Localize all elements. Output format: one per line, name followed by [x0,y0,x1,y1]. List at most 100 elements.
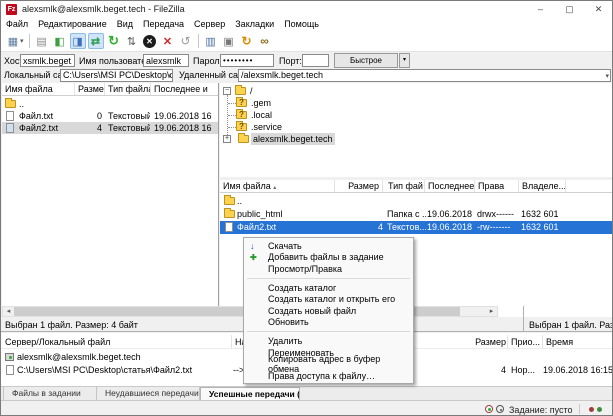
toolbar-separator [29,34,30,48]
refresh-icon[interactable]: ↻ [106,33,122,49]
tree-expand-icon[interactable]: + [223,135,231,143]
tree-collapse-icon[interactable]: − [223,87,231,95]
menu-transfer[interactable]: Передача [138,18,189,31]
tab-queued-files[interactable]: Файлы в задании [3,387,97,401]
local-col-type[interactable]: Тип файла [105,83,151,95]
queue-time: 19.06.2018 16:15:49 [543,364,613,376]
tree-item-local[interactable]: ? .local [220,109,613,121]
host-input[interactable] [20,54,75,67]
menu-file[interactable]: Файл [1,18,33,31]
password-input[interactable] [220,54,274,67]
local-row-parent[interactable]: .. [2,98,218,110]
queue-col-size[interactable]: Размер [459,336,506,348]
local-row-name: Файл2.txt [19,122,75,134]
scroll-left-icon[interactable]: ◂ [3,307,14,316]
menu-help[interactable]: Помощь [279,18,324,31]
remote-col-size[interactable]: Размер [335,180,383,192]
find-files-icon[interactable]: ∞ [257,33,273,49]
local-col-modified[interactable]: Последнее и [151,83,219,95]
speed-limit-icon[interactable] [496,405,504,413]
site-manager-icon[interactable]: ▦ [5,33,21,49]
question-badge-icon: ? [239,111,244,119]
tree-item-gem[interactable]: ? .gem [220,97,613,109]
tree-item-site-selected[interactable]: + alexsmlk.beget.tech [220,133,613,145]
menu-bookmarks[interactable]: Закладки [230,18,279,31]
tab-failed-transfers[interactable]: Неудавшиеся передачи [97,387,200,401]
local-col-size[interactable]: Размер [75,83,105,95]
queue-header-separator [507,335,508,348]
remote-col-modified[interactable]: Последнее... [425,180,475,192]
menu-item-file-permissions[interactable]: Права доступа к файлу… [244,370,413,382]
folder-up-icon [5,100,16,108]
remote-row-folder[interactable]: public_html Папка с ... 19.06.2018 ... d… [220,208,613,220]
menu-item-create-directory-enter[interactable]: Создать каталог и открыть его [244,293,413,305]
maximize-button[interactable]: ▢ [555,1,584,18]
port-input[interactable] [302,54,329,67]
quickconnect-dropdown-button[interactable]: ▾ [399,53,410,68]
local-row-file[interactable]: Файл.txt 0 Текстовый ... 19.06.2018 16 [2,110,218,122]
local-site-combo[interactable]: C:\Users\MSI PC\Desktop\статья\ ▾ [60,69,173,82]
queue-col-priority[interactable]: Прио... [511,336,541,348]
menu-item-label: Создать каталог и открыть его [268,294,395,304]
tab-successful-transfers[interactable]: Успешные передачи (1) [200,387,300,401]
username-input[interactable] [143,54,189,67]
menu-item-refresh[interactable]: Обновить [244,317,413,329]
remote-row-modified: 19.06.2018 ... [427,208,475,220]
remote-col-perms[interactable]: Права [475,180,519,192]
tree-item-root[interactable]: − / [220,85,613,97]
menu-edit[interactable]: Редактирование [33,18,112,31]
local-row-name: .. [19,98,75,110]
remote-site-combo[interactable]: /alexsmlk.beget.tech ▾ [238,69,611,82]
remote-col-owner[interactable]: Владеле... [519,180,566,192]
filter-icon[interactable]: ▥ [203,33,219,49]
disconnect-icon[interactable]: ✕ [160,33,176,49]
toggle-remote-tree-icon[interactable]: ◨ [70,33,86,49]
local-list-header: Имя файла Размер Тип файла Последнее и [2,83,218,96]
toggle-queue-icon[interactable]: ⇄ [88,33,104,49]
queue-col-time[interactable]: Время [546,336,606,348]
local-row-file-selected[interactable]: Файл2.txt 4 Текстовый ... 19.06.2018 16 [2,122,218,134]
close-button[interactable]: ✕ [584,1,613,18]
menu-item-delete[interactable]: Удалить [244,335,413,347]
process-queue-icon[interactable]: ⇅ [124,33,140,49]
queue-direction: --> [233,364,243,376]
remote-selection-status: Выбран 1 файл. Размер: 4 байт [529,320,612,330]
remote-row-type: Папка с ... [387,208,426,220]
reconnect-icon[interactable]: ↺ [178,33,194,49]
cancel-icon[interactable]: ✕ [142,33,158,49]
queue-col-file[interactable]: Сервер/Локальный файл [5,336,227,348]
site-manager-dropdown-icon[interactable]: ▾ [20,37,24,45]
menu-item-create-directory[interactable]: Создать каталог [244,282,413,294]
toggle-local-tree-icon[interactable]: ◧ [52,33,68,49]
remote-row-parent[interactable]: .. [220,195,613,207]
filezilla-logo-icon: Fz [6,4,17,15]
remote-row-file-selected[interactable]: Файл2.txt 4 Текстов... 19.06.2018 ... -r… [220,221,613,234]
toggle-log-icon[interactable]: ▤ [34,33,50,49]
scroll-right-icon[interactable]: ▸ [486,307,497,316]
menu-item-label: Обновить [268,317,309,327]
download-icon: ↓ [250,240,255,252]
queue-header-separator [231,335,232,348]
notification-bell-icon[interactable] [485,405,493,413]
menu-view[interactable]: Вид [112,18,138,31]
menu-item-download[interactable]: ↓ Скачать [244,240,413,252]
local-col-name[interactable]: Имя файла [2,83,75,95]
menu-item-label: Скачать [268,241,302,251]
tree-item-service[interactable]: ? .service [220,121,613,133]
remote-col-type[interactable]: Тип фай [385,180,425,192]
menu-server[interactable]: Сервер [189,18,230,31]
remote-row-perms: -rw------- [477,221,520,234]
menu-item-label: Создать каталог [268,283,336,293]
sync-browse-icon[interactable]: ↻ [239,33,255,49]
local-site-combo-arrow-icon[interactable]: ▾ [167,71,171,82]
quickconnect-button[interactable]: Быстрое соединение [334,53,398,68]
menu-item-view-edit[interactable]: Просмотр/Правка [244,263,413,275]
local-file-list: Имя файла Размер Тип файла Последнее и .… [2,83,219,306]
menu-item-create-file[interactable]: Создать новый файл [244,305,413,317]
remote-site-combo-arrow-icon[interactable]: ▾ [605,71,609,82]
minimize-button[interactable]: – [526,1,555,18]
remote-col-name[interactable]: Имя файла ▴ [220,180,335,192]
compare-icon[interactable]: ▣ [221,33,237,49]
menu-item-add-to-queue[interactable]: ✚ Добавить файлы в задание [244,252,413,264]
menu-item-copy-url[interactable]: Копировать адрес в буфер обмена [244,358,413,370]
